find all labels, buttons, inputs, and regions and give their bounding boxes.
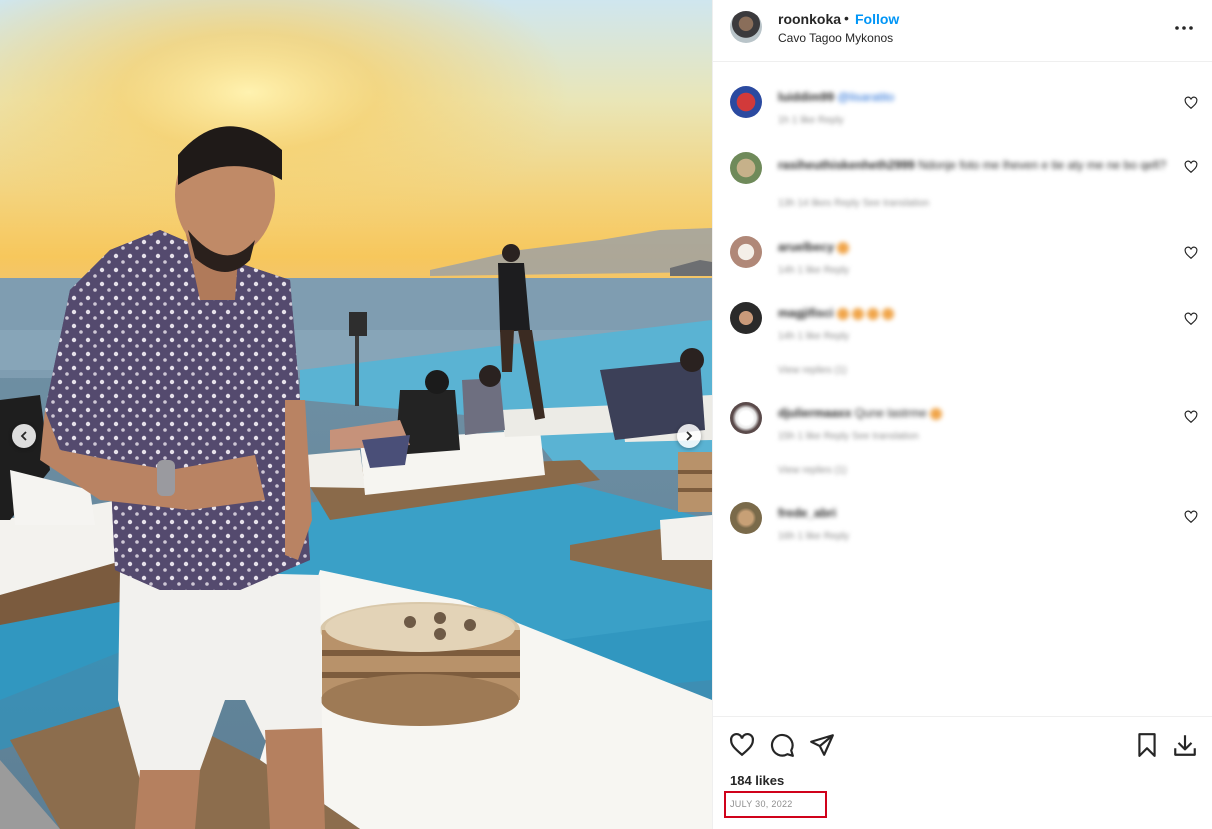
post-side-panel: roonkoka • Follow Cavo Tagoo Mykonos lui… [712,0,1212,829]
next-photo-button[interactable] [677,424,701,448]
chevron-right-icon [686,431,693,441]
view-replies-link[interactable]: View replies (1) [778,365,847,376]
comment-meta: 14h 1 like Reply [778,265,850,276]
comment-text: djuliermaaxx Qune lastrme [778,406,945,420]
comment-meta: 16h 1 like Reply [778,531,850,542]
separator-dot: • [844,10,849,26]
comments-list: luiddim99 @lisaratito 1h 1 like Reply ra… [713,62,1212,716]
more-horizontal-icon[interactable] [1174,18,1194,38]
photo-scene [0,0,712,829]
post-location[interactable]: Cavo Tagoo Mykonos [778,31,893,45]
commenter-avatar[interactable] [730,502,762,534]
download-icon[interactable] [1172,732,1198,758]
comment-text: aruelbecy [778,240,852,254]
view-replies-link[interactable]: View replies (1) [778,465,847,476]
owner-avatar[interactable] [730,11,762,43]
comment-text: magjifisci [778,306,897,320]
post-photo [0,0,712,829]
commenter-avatar[interactable] [730,86,762,118]
post-date: JULY 30, 2022 [730,799,793,809]
post-actions: 184 likes JULY 30, 2022 [713,716,1212,829]
bookmark-icon[interactable] [1134,732,1160,758]
emoji-icon [837,241,850,254]
comment-meta: 1h 1 like Reply [778,115,844,126]
comment-meta: 14h 1 like Reply [778,331,850,342]
likes-count[interactable]: 184 likes [730,773,784,788]
heart-icon[interactable] [729,732,755,758]
heart-icon[interactable] [1184,160,1198,174]
send-icon[interactable] [809,732,835,758]
heart-icon[interactable] [1184,246,1198,260]
heart-icon[interactable] [1184,410,1198,424]
heart-icon[interactable] [1184,312,1198,326]
heart-icon[interactable] [1184,96,1198,110]
comment-meta: 15h 1 like Reply See translation [778,431,919,442]
owner-username[interactable]: roonkoka [778,11,841,27]
commenter-avatar[interactable] [730,152,762,184]
chevron-left-icon [20,431,27,441]
heart-icon[interactable] [1184,510,1198,524]
comment-text: frede_abri [778,506,837,520]
comment-meta: 13h 14 likes Reply See translation [778,198,930,209]
post-header: roonkoka • Follow Cavo Tagoo Mykonos [713,0,1212,62]
comment-text: rasiheuthiskenheth2999 Ndonje foto me lh… [778,158,1167,172]
comment-icon[interactable] [769,732,795,758]
follow-button[interactable]: Follow [855,11,899,27]
commenter-avatar[interactable] [730,236,762,268]
prev-photo-button[interactable] [12,424,36,448]
commenter-avatar[interactable] [730,302,762,334]
comment-text: luiddim99 @lisaratito [778,90,895,104]
commenter-avatar[interactable] [730,402,762,434]
